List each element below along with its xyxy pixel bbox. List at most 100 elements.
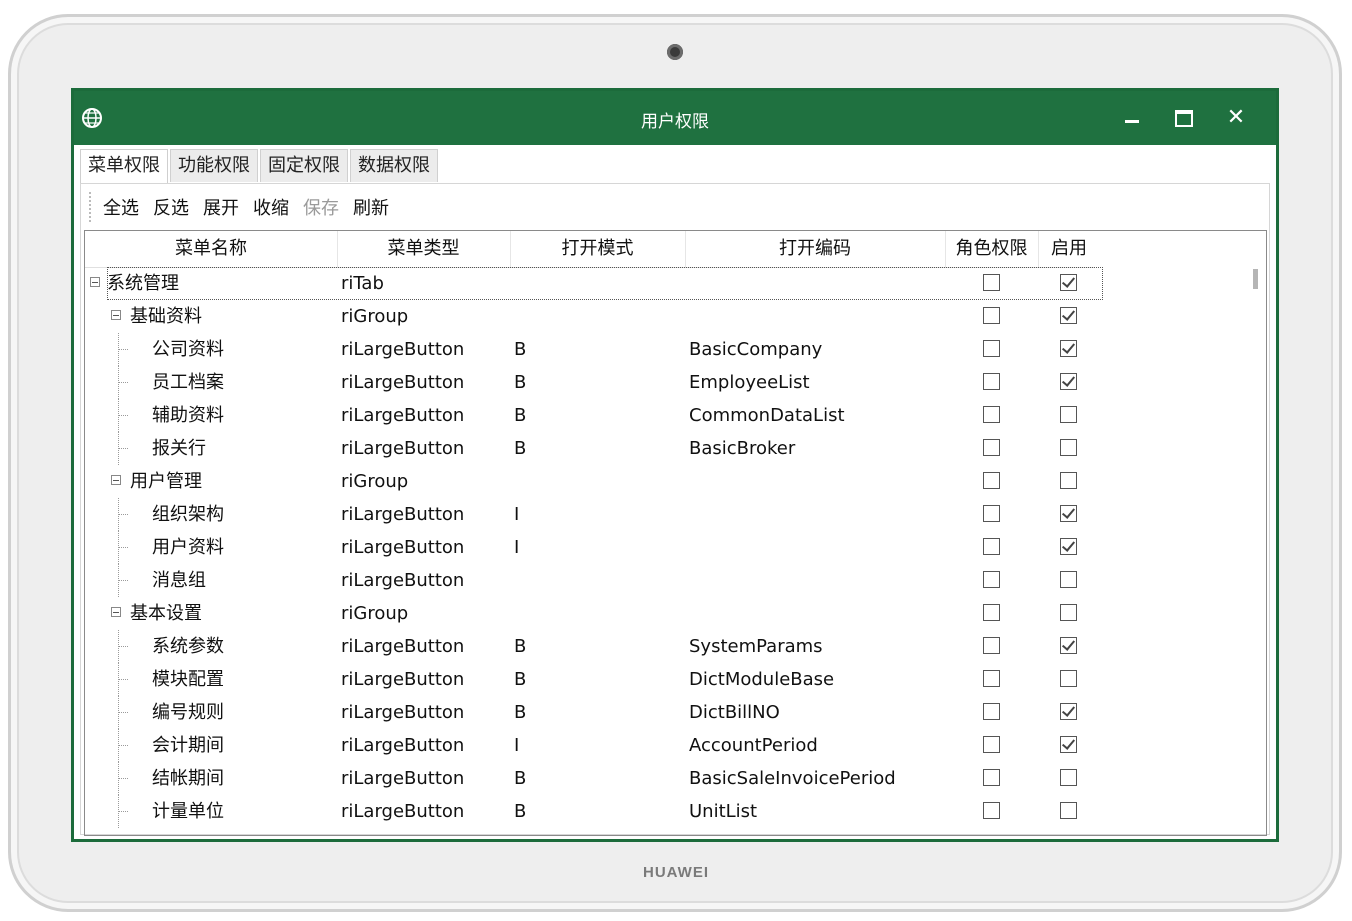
table-row[interactable]: 用户管理 riGroup xyxy=(85,465,1095,498)
collapse-node-icon[interactable] xyxy=(111,475,121,485)
menu-name: 组织架构 xyxy=(152,504,224,525)
tree-connector xyxy=(118,415,128,416)
enable-checkbox[interactable] xyxy=(1060,538,1077,555)
table-row[interactable]: 计量单位 riLargeButton B UnitList xyxy=(85,795,1095,828)
enable-checkbox[interactable] xyxy=(1060,703,1077,720)
role-permission-checkbox[interactable] xyxy=(983,274,1000,291)
collapse-node-icon[interactable] xyxy=(90,277,100,287)
table-row[interactable]: 系统管理 riTab xyxy=(90,267,1103,300)
collapse-button[interactable]: 收缩 xyxy=(253,194,289,220)
menu-name: 报关行 xyxy=(152,438,206,459)
column-header-enable[interactable]: 启用 xyxy=(1038,231,1100,267)
table-row[interactable]: 消息组 riLargeButton xyxy=(85,564,1095,597)
table-row[interactable]: 结帐期间 riLargeButton B BasicSaleInvoicePeriod xyxy=(85,762,1095,795)
enable-checkbox[interactable] xyxy=(1060,340,1077,357)
open-mode: B xyxy=(514,405,527,426)
grid-header: 菜单名称 菜单类型 打开模式 打开编码 角色权限 启用 xyxy=(85,231,1095,268)
permission-tree-grid[interactable]: 菜单名称 菜单类型 打开模式 打开编码 角色权限 启用 系统管理 riTab 基础资… xyxy=(84,230,1267,836)
open-mode: B xyxy=(514,438,527,459)
role-permission-cell xyxy=(983,802,1000,835)
role-permission-checkbox[interactable] xyxy=(983,307,1000,324)
role-permission-checkbox[interactable] xyxy=(983,802,1000,819)
table-row[interactable]: 用户资料 riLargeButton I xyxy=(85,531,1095,564)
role-permission-checkbox[interactable] xyxy=(983,769,1000,786)
vertical-scrollbar[interactable] xyxy=(1253,269,1258,289)
title-bar[interactable]: 用户权限 ✕ xyxy=(74,91,1276,145)
menu-name: 会计期间 xyxy=(152,735,224,756)
enable-checkbox[interactable] xyxy=(1060,373,1077,390)
enable-checkbox[interactable] xyxy=(1060,637,1077,654)
maximize-icon xyxy=(1175,110,1193,127)
tree-connector xyxy=(118,531,119,564)
menu-type: riLargeButton xyxy=(341,372,465,393)
enable-checkbox[interactable] xyxy=(1060,769,1077,786)
open-code: BasicCompany xyxy=(689,339,823,360)
menu-permission-panel: 全选 反选 展开 收缩 保存 刷新 菜单名称 菜单类型 打开模式 打开编码 角色… xyxy=(80,183,1270,836)
tab-function-permission[interactable]: 功能权限 xyxy=(170,149,258,182)
role-permission-checkbox[interactable] xyxy=(983,373,1000,390)
table-row[interactable]: 辅助资料 riLargeButton B CommonDataList xyxy=(85,399,1095,432)
table-row[interactable]: 公司资料 riLargeButton B BasicCompany xyxy=(85,333,1095,366)
role-permission-checkbox[interactable] xyxy=(983,670,1000,687)
enable-checkbox[interactable] xyxy=(1060,274,1077,291)
table-row[interactable]: 系统参数 riLargeButton B SystemParams xyxy=(85,630,1095,663)
role-permission-checkbox[interactable] xyxy=(983,340,1000,357)
enable-checkbox[interactable] xyxy=(1060,802,1077,819)
role-permission-checkbox[interactable] xyxy=(983,406,1000,423)
enable-checkbox[interactable] xyxy=(1060,736,1077,753)
enable-checkbox[interactable] xyxy=(1060,472,1077,489)
enable-checkbox[interactable] xyxy=(1060,439,1077,456)
minimize-button[interactable] xyxy=(1117,104,1147,132)
column-header-code[interactable]: 打开编码 xyxy=(685,231,946,267)
menu-type: riLargeButton xyxy=(341,636,465,657)
enable-checkbox[interactable] xyxy=(1060,505,1077,522)
enable-checkbox[interactable] xyxy=(1060,571,1077,588)
table-row[interactable]: 模块配置 riLargeButton B DictModuleBase xyxy=(85,663,1095,696)
role-permission-checkbox[interactable] xyxy=(983,637,1000,654)
role-permission-checkbox[interactable] xyxy=(983,571,1000,588)
tree-connector xyxy=(118,432,119,465)
maximize-button[interactable] xyxy=(1169,104,1199,132)
invert-selection-button[interactable]: 反选 xyxy=(153,194,189,220)
enable-checkbox[interactable] xyxy=(1060,604,1077,621)
tab-menu-permission[interactable]: 菜单权限 xyxy=(80,149,168,184)
menu-name: 辅助资料 xyxy=(152,405,224,426)
role-permission-checkbox[interactable] xyxy=(983,439,1000,456)
minimize-icon xyxy=(1125,120,1139,123)
tree-connector xyxy=(118,333,119,366)
column-header-type[interactable]: 菜单类型 xyxy=(337,231,511,267)
table-row[interactable]: 组织架构 riLargeButton I xyxy=(85,498,1095,531)
collapse-node-icon[interactable] xyxy=(111,607,121,617)
table-row[interactable]: 员工档案 riLargeButton B EmployeeList xyxy=(85,366,1095,399)
user-permission-window: 用户权限 ✕ 菜单权限 功能权限 固定权限 数据权限 全选 反选 展开 收缩 保… xyxy=(74,91,1276,839)
open-code: EmployeeList xyxy=(689,372,810,393)
role-permission-checkbox[interactable] xyxy=(983,604,1000,621)
table-row[interactable]: 基本设置 riGroup xyxy=(85,597,1095,630)
open-code: UnitList xyxy=(689,801,758,822)
column-header-name[interactable]: 菜单名称 xyxy=(85,231,338,267)
role-permission-checkbox[interactable] xyxy=(983,538,1000,555)
table-row[interactable]: 报关行 riLargeButton B BasicBroker xyxy=(85,432,1095,465)
tab-fixed-permission[interactable]: 固定权限 xyxy=(260,149,348,182)
refresh-button[interactable]: 刷新 xyxy=(353,194,389,220)
tab-data-permission[interactable]: 数据权限 xyxy=(350,149,438,182)
column-header-role[interactable]: 角色权限 xyxy=(945,231,1039,267)
table-row[interactable]: 会计期间 riLargeButton I AccountPeriod xyxy=(85,729,1095,762)
tree-connector xyxy=(118,547,128,548)
select-all-button[interactable]: 全选 xyxy=(103,194,139,220)
save-button[interactable]: 保存 xyxy=(303,194,339,220)
menu-name: 公司资料 xyxy=(152,339,224,360)
table-row[interactable]: 编号规则 riLargeButton B DictBillNO xyxy=(85,696,1095,729)
collapse-node-icon[interactable] xyxy=(111,310,121,320)
role-permission-checkbox[interactable] xyxy=(983,472,1000,489)
expand-button[interactable]: 展开 xyxy=(203,194,239,220)
role-permission-checkbox[interactable] xyxy=(983,736,1000,753)
enable-checkbox[interactable] xyxy=(1060,307,1077,324)
enable-checkbox[interactable] xyxy=(1060,406,1077,423)
enable-checkbox[interactable] xyxy=(1060,670,1077,687)
role-permission-checkbox[interactable] xyxy=(983,505,1000,522)
role-permission-checkbox[interactable] xyxy=(983,703,1000,720)
table-row[interactable]: 基础资料 riGroup xyxy=(85,300,1095,333)
close-button[interactable]: ✕ xyxy=(1221,104,1251,132)
column-header-mode[interactable]: 打开模式 xyxy=(510,231,686,267)
